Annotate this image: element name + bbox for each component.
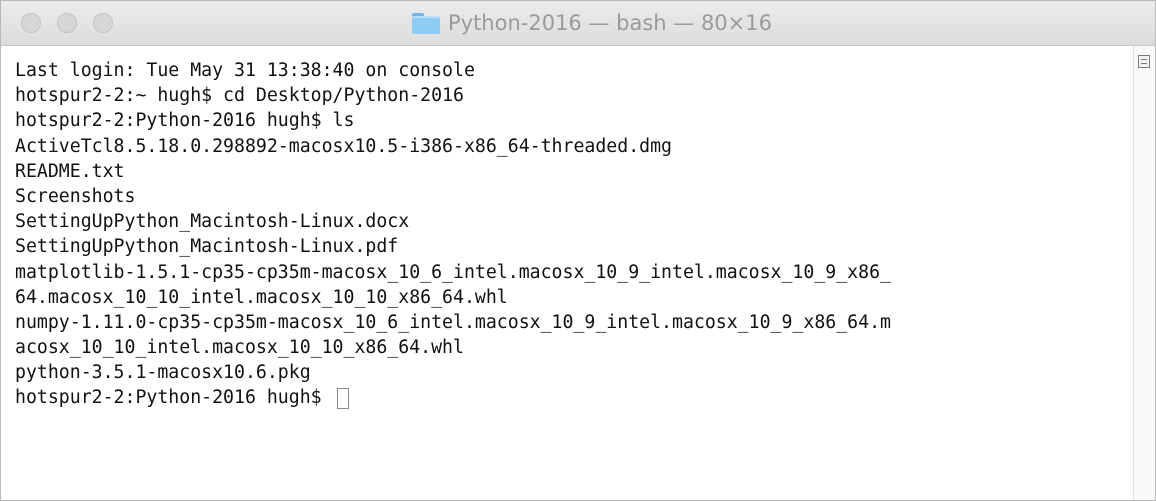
text-cursor[interactable]	[336, 387, 349, 409]
terminal-line: Last login: Tue May 31 13:38:40 on conso…	[15, 60, 475, 81]
window-title-text: Python-2016 — bash — 80×16	[447, 11, 772, 35]
terminal-line: SettingUpPython_Macintosh-Linux.docx	[15, 211, 410, 233]
terminal-line: SettingUpPython_Macintosh-Linux.pdf	[15, 236, 399, 258]
terminal-line: hotspur2-2:Python-2016 hugh$ ls	[15, 110, 355, 132]
terminal-line: python-3.5.1-macosx10.6.pkg	[15, 362, 311, 384]
terminal-line: matplotlib-1.5.1-cp35-cp35m-macosx_10_6_…	[15, 261, 891, 283]
vertical-scrollbar[interactable]	[1133, 46, 1155, 500]
terminal-line: numpy-1.11.0-cp35-cp35m-macosx_10_6_inte…	[15, 311, 891, 333]
folder-icon	[411, 12, 440, 34]
terminal-line: Screenshots	[15, 185, 136, 207]
title-bar[interactable]: Python-2016 — bash — 80×16	[1, 1, 1155, 46]
terminal-line: hotspur2-2:~ hugh$ cd Desktop/Python-201…	[15, 85, 464, 107]
terminal-content[interactable]: Last login: Tue May 31 13:38:40 on conso…	[1, 46, 1155, 500]
terminal-line: ActiveTcl8.5.18.0.298892-macosx10.5-i386…	[15, 135, 672, 157]
terminal-line: acosx_10_10_intel.macosx_10_10_x86_64.wh…	[15, 337, 464, 359]
terminal-window: Python-2016 — bash — 80×16 Last login: T…	[0, 0, 1156, 501]
terminal-output[interactable]: Last login: Tue May 31 13:38:40 on conso…	[1, 46, 1155, 411]
scroll-handle-icon[interactable]	[1138, 55, 1150, 68]
terminal-line: README.txt	[15, 160, 125, 182]
window-title: Python-2016 — bash — 80×16	[1, 1, 1155, 45]
terminal-line: 64.macosx_10_10_intel.macosx_10_10_x86_6…	[15, 286, 508, 308]
command-prompt-line[interactable]: hotspur2-2:Python-2016 hugh$	[15, 385, 1155, 410]
prompt-text: hotspur2-2:Python-2016 hugh$	[15, 387, 333, 409]
